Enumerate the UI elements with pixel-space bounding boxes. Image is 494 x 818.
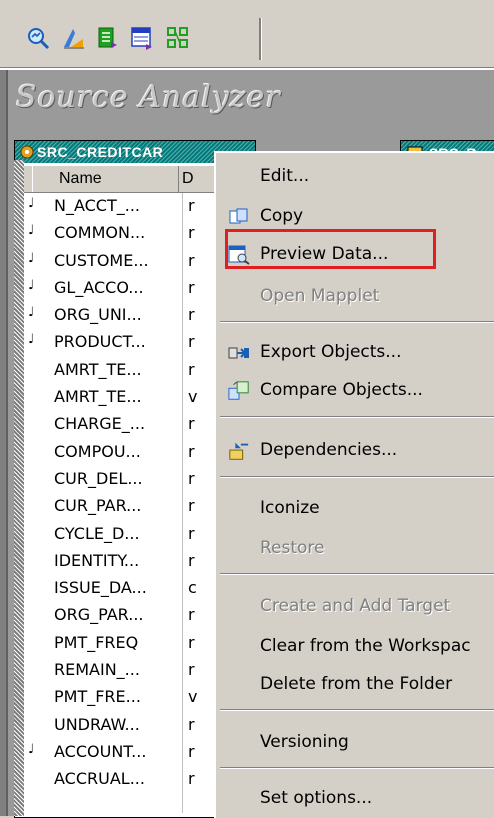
menu-separator <box>220 709 494 711</box>
workspace-title: Source Analyzer <box>16 80 281 115</box>
port-datatype: r <box>188 414 195 434</box>
port-datatype: r <box>188 277 195 297</box>
primary-key-icon: ♩ <box>28 305 35 321</box>
port-datatype: c <box>188 578 197 598</box>
menu-item-set-options[interactable]: Set options... <box>216 783 494 815</box>
port-name: CUSTOME... <box>54 250 149 270</box>
port-datatype: r <box>188 441 195 461</box>
port-datatype: r <box>188 332 195 352</box>
port-datatype: r <box>188 223 195 243</box>
port-datatype: r <box>188 769 195 789</box>
port-name: CHARGE_... <box>54 414 146 434</box>
menu-item-iconize[interactable]: Iconize <box>216 493 494 525</box>
menu-item-versioning[interactable]: Versioning <box>216 727 494 759</box>
menu-item-dependencies[interactable]: Dependencies... <box>216 435 494 467</box>
port-name: ORG_UNI... <box>54 305 142 325</box>
primary-key-icon: ♩ <box>28 250 35 266</box>
toolbar-separator <box>259 18 262 60</box>
port-datatype: r <box>188 523 195 543</box>
port-datatype: v <box>188 687 198 707</box>
compare-icon <box>228 380 250 402</box>
mapplet-designer-icon[interactable] <box>128 24 156 52</box>
port-name: ACCOUNT... <box>54 741 147 761</box>
menu-item-compare-objects[interactable]: Compare Objects... <box>216 375 494 407</box>
port-datatype: r <box>188 496 195 516</box>
dependencies-icon <box>228 440 250 462</box>
primary-key-icon: ♩ <box>28 277 35 293</box>
port-name: PRODUCT... <box>54 332 146 352</box>
menu-separator <box>220 476 494 478</box>
port-name: GL_ACCO... <box>54 277 144 297</box>
port-name: ORG_PAR... <box>54 605 144 625</box>
port-name: IDENTITY... <box>54 550 140 570</box>
port-datatype: r <box>188 468 195 488</box>
port-datatype: r <box>188 305 195 325</box>
port-datatype: v <box>188 387 198 407</box>
port-name: ACCRUAL... <box>54 769 145 789</box>
menu-item-export-objects[interactable]: Export Objects... <box>216 337 494 369</box>
mapping-designer-icon[interactable] <box>164 24 192 52</box>
port-name: CYCLE_D... <box>54 523 140 543</box>
menu-item-edit[interactable]: Edit... <box>216 161 494 193</box>
port-datatype: r <box>188 632 195 652</box>
export-icon <box>228 342 250 364</box>
port-name: AMRT_TE... <box>54 359 142 379</box>
port-name: PMT_FREQ <box>54 632 139 652</box>
port-name: REMAIN_... <box>54 660 140 680</box>
preview-data-highlight-box <box>225 229 436 269</box>
menu-item-clear-from-workspace[interactable]: Clear from the Workspac <box>216 631 494 663</box>
port-datatype: r <box>188 741 195 761</box>
target-designer-icon[interactable] <box>60 24 88 52</box>
menu-item-restore: Restore <box>260 538 325 558</box>
menu-item-delete-from-folder[interactable]: Delete from the Folder <box>216 669 494 701</box>
port-datatype: r <box>188 605 195 625</box>
port-name: N_ACCT_... <box>54 196 141 215</box>
transformation-developer-icon[interactable] <box>94 24 122 52</box>
port-datatype: r <box>188 250 195 270</box>
port-name: AMRT_TE... <box>54 387 142 407</box>
source-window-title: SRC_CREDITCAR <box>37 144 164 160</box>
menu-item-create-and-add-target: Create and Add Target <box>260 596 451 616</box>
menu-separator <box>220 321 494 323</box>
menu-separator <box>220 767 494 769</box>
port-name: CUR_DEL... <box>54 468 143 488</box>
port-datatype: r <box>188 359 195 379</box>
port-name: UNDRAW... <box>54 714 140 734</box>
datatype-column-header[interactable]: D <box>182 170 194 188</box>
source-table-icon <box>20 145 34 159</box>
port-datatype: r <box>188 196 195 215</box>
primary-key-icon: ♩ <box>28 196 35 211</box>
source-analyzer-icon[interactable] <box>24 24 52 52</box>
port-name: CUR_PAR... <box>54 496 142 516</box>
name-column-header[interactable]: Name <box>32 166 179 192</box>
designer-toolbar <box>0 0 494 68</box>
port-name: ISSUE_DA... <box>54 578 147 598</box>
primary-key-icon: ♩ <box>28 223 35 239</box>
window-resize-border[interactable] <box>14 160 24 816</box>
primary-key-icon: ♩ <box>28 741 35 757</box>
menu-item-open-mapplet: Open Mapplet <box>260 286 380 306</box>
port-name: COMMON... <box>54 223 146 243</box>
port-datatype: r <box>188 714 195 734</box>
port-name: PMT_FRE... <box>54 687 141 707</box>
port-datatype: r <box>188 550 195 570</box>
menu-separator <box>220 573 494 575</box>
port-datatype: r <box>188 660 195 680</box>
primary-key-icon: ♩ <box>28 332 35 348</box>
copy-icon <box>228 206 250 228</box>
menu-separator <box>220 416 494 418</box>
port-name: COMPOU... <box>54 441 141 461</box>
